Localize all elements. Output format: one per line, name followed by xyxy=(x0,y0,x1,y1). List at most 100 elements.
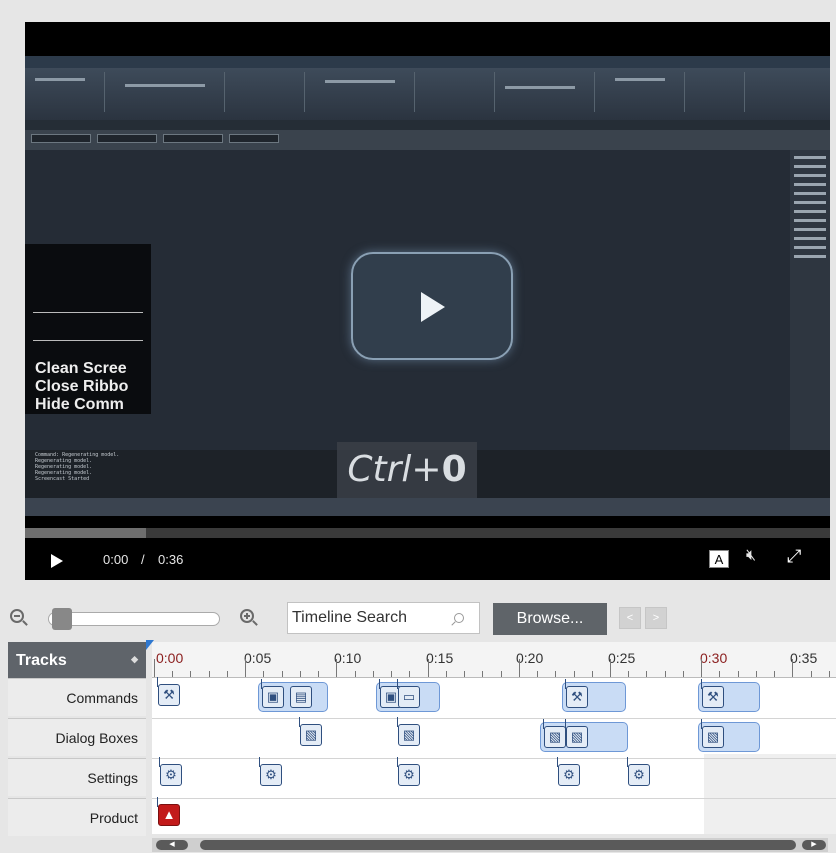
cad-drawing-tabs xyxy=(25,120,830,130)
autocad-logo-icon[interactable]: ▲ xyxy=(157,797,180,826)
big-play-button[interactable] xyxy=(351,252,513,360)
gear-icon[interactable]: ⚙ xyxy=(259,757,282,786)
timeline-search-input[interactable] xyxy=(292,607,452,629)
zoom-in-icon[interactable] xyxy=(240,609,254,623)
ruler-label: 0:35 xyxy=(790,650,818,666)
wrench-icon: ⚒ xyxy=(565,679,588,708)
ruler-tick xyxy=(354,671,356,677)
video-caption-panel: Clean Scree Close Ribbo Hide Comm xyxy=(25,244,151,414)
window-icon: ▤ xyxy=(290,686,312,708)
scrollbar-thumb[interactable] xyxy=(200,840,796,850)
ruler-tick xyxy=(154,659,155,677)
ruler-tick xyxy=(628,671,630,677)
ruler-label: 0:20 xyxy=(516,650,544,666)
track-label-commands: Commands xyxy=(8,678,146,716)
timeline-toolbar: Browse... < > xyxy=(0,596,836,636)
track-label-product: Product xyxy=(8,798,146,836)
gear-icon[interactable]: ⚙ xyxy=(557,757,580,786)
ruler-label: 0:15 xyxy=(426,650,454,666)
wrench-icon: ⚒ xyxy=(701,679,724,708)
ruler-tick xyxy=(792,659,794,677)
scroll-left-button[interactable]: ◀ xyxy=(156,840,188,850)
caption-line: Hide Comm xyxy=(35,396,124,413)
ruler-label: 0:25 xyxy=(608,650,636,666)
dialog-icon: ▧ xyxy=(543,719,566,748)
video-buffer-fill xyxy=(25,528,146,538)
zoom-slider-handle[interactable] xyxy=(52,608,72,630)
ruler-tick xyxy=(664,671,666,677)
track-area[interactable]: ⚒ ▣ ▤ ▣ ▭ ⚒ ⚒ ▧ ▧ ▧ ▧ ▧ ⚙ ⚙ ⚙ ⚙ ⚙ ▲ xyxy=(152,677,836,834)
shortcut-overlay: Ctrl+0 xyxy=(337,442,477,498)
play-button[interactable] xyxy=(51,554,63,568)
browse-button[interactable]: Browse... xyxy=(493,603,607,635)
ruler-tick xyxy=(281,671,283,677)
ruler-tick xyxy=(245,659,247,677)
ruler-tick xyxy=(336,659,338,677)
shortcut-text: Ctrl+ xyxy=(347,449,442,490)
tracks-header-label: Tracks xyxy=(16,652,67,669)
ruler-tick xyxy=(226,671,228,677)
chevron-down-icon: ◆ xyxy=(131,654,138,664)
ruler-tick xyxy=(299,671,301,677)
time-separator: / xyxy=(141,552,145,567)
wrench-icon[interactable]: ⚒ xyxy=(157,677,180,706)
prev-button[interactable]: < xyxy=(619,607,641,629)
ruler-tick xyxy=(573,671,575,677)
ruler-tick xyxy=(409,671,411,677)
dialog-icon[interactable]: ▧ xyxy=(397,717,420,746)
ruler-tick xyxy=(372,671,374,677)
ruler-tick xyxy=(610,659,611,677)
video-progress-bar[interactable] xyxy=(25,528,830,538)
ruler-tick xyxy=(263,671,265,677)
video-player[interactable]: Command: Regenerating model. Regeneratin… xyxy=(25,22,830,580)
cad-titlebar xyxy=(25,56,830,68)
ruler-label: 0:05 xyxy=(244,650,272,666)
captions-button[interactable]: A xyxy=(709,550,729,568)
search-icon[interactable] xyxy=(454,613,464,623)
ruler-tick xyxy=(828,671,830,677)
cad-toolbar xyxy=(25,130,830,150)
ruler-tick xyxy=(190,671,192,677)
dialog-icon[interactable]: ▧ xyxy=(299,717,322,746)
track-label-dialog-boxes: Dialog Boxes xyxy=(8,718,146,756)
video-controls: 0:00 / 0:36 A 🔇︎ ⤢ xyxy=(25,542,830,578)
shortcut-key: 0 xyxy=(441,449,467,490)
ruler-tick xyxy=(555,671,557,677)
tracks-dropdown[interactable]: Tracks ◆ xyxy=(8,642,146,678)
gear-icon[interactable]: ⚙ xyxy=(627,757,650,786)
ruler-tick xyxy=(646,671,648,677)
gear-icon[interactable]: ⚙ xyxy=(397,757,420,786)
caption-line: Clean Scree xyxy=(35,360,127,377)
ruler-tick xyxy=(500,671,502,677)
cad-side-palette xyxy=(790,150,830,450)
speaker-mute-icon[interactable]: 🔇︎ xyxy=(746,547,756,565)
ruler-tick xyxy=(464,671,466,677)
dialog-icon: ▧ xyxy=(701,719,724,748)
ruler-tick xyxy=(737,671,739,677)
next-button[interactable]: > xyxy=(645,607,667,629)
ruler-tick xyxy=(518,659,520,677)
timeline-scrollbar[interactable]: ◀ ▶ xyxy=(152,838,828,852)
zoom-slider[interactable] xyxy=(48,612,220,626)
ruler-tick xyxy=(172,671,174,677)
ruler-tick xyxy=(427,659,429,677)
gear-icon[interactable]: ⚙ xyxy=(159,757,182,786)
ruler-tick xyxy=(682,671,684,677)
ruler-tick xyxy=(701,659,703,677)
ruler-tick xyxy=(810,671,812,677)
window-icon: ▣ xyxy=(261,679,284,708)
ruler-tick xyxy=(719,671,721,677)
ruler-tick xyxy=(755,671,757,677)
caption-line: Close Ribbo xyxy=(35,378,129,395)
playhead-marker[interactable] xyxy=(146,640,154,650)
zoom-out-icon[interactable] xyxy=(10,609,24,623)
dialog-icon: ▧ xyxy=(565,719,588,748)
folder-icon: ▭ xyxy=(397,679,420,708)
ruler-tick xyxy=(445,671,447,677)
expand-icon[interactable]: ⤢ xyxy=(787,546,801,567)
timeline-search[interactable] xyxy=(287,602,480,634)
ruler-tick xyxy=(208,671,210,677)
timeline-ruler[interactable]: 0:00 0:05 0:10 0:15 0:20 0:25 0:30 0:35 xyxy=(152,642,836,678)
scroll-right-button[interactable]: ▶ xyxy=(802,840,826,850)
app-root: Command: Regenerating model. Regeneratin… xyxy=(0,0,836,853)
